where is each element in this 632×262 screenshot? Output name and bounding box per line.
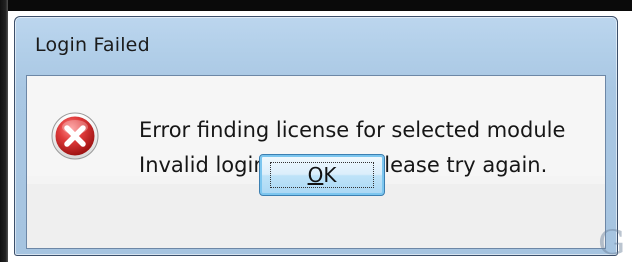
ok-button-label: OK — [307, 163, 337, 187]
error-message-line-1: Error finding license for selected modul… — [139, 118, 566, 142]
screenshot-stage: Login Failed Error finding license for s… — [0, 0, 632, 262]
error-icon — [51, 112, 99, 160]
login-failed-dialog: Login Failed Error finding license for s… — [14, 16, 618, 256]
dialog-title: Login Failed — [35, 34, 150, 56]
watermark-logo: G — [598, 223, 625, 262]
svg-text:G: G — [598, 223, 625, 262]
background-top-band — [0, 0, 632, 11]
dialog-titlebar[interactable]: Login Failed — [15, 17, 617, 75]
ok-button[interactable]: OK — [259, 154, 385, 196]
dialog-content: Error finding license for selected modul… — [26, 75, 606, 249]
background-left-band — [0, 0, 8, 262]
